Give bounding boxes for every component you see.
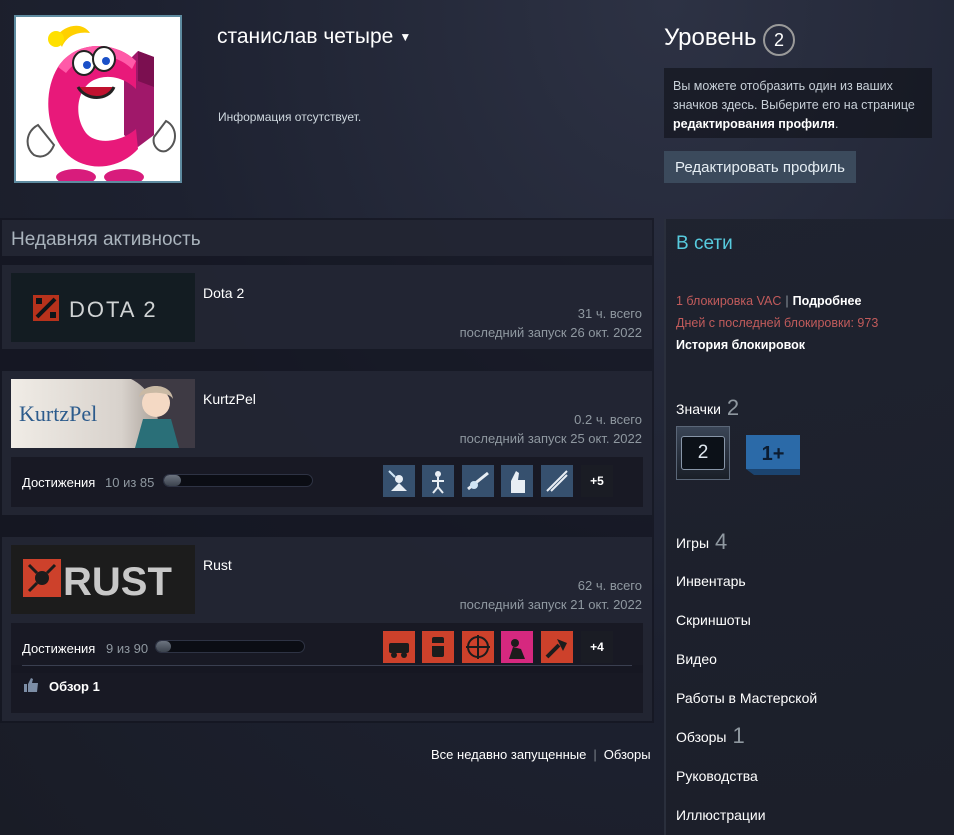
reviews-link[interactable]: Обзоры — [604, 747, 651, 762]
game-row-dota2: DOTA 2 Dota 2 31 ч. всего последний запу… — [2, 265, 652, 349]
game-last-played-rust: последний запуск 21 окт. 2022 — [459, 597, 642, 612]
achievement-icon[interactable] — [541, 631, 573, 663]
achievements-progress-fill — [164, 475, 182, 486]
all-recent-games-link[interactable]: Все недавно запущенные — [431, 747, 586, 762]
achievement-icon[interactable] — [383, 631, 415, 663]
game-name-rust[interactable]: Rust — [203, 557, 232, 573]
sidebar-item-label: Видео — [676, 651, 717, 667]
avatar-image — [16, 17, 180, 181]
game-row-kurtzpel: KurtzPel KurtzPel 0.2 ч. всего последний… — [2, 371, 652, 515]
sidebar-item-reviews[interactable]: Обзоры 1 — [676, 723, 745, 749]
game-hours-rust: 62 ч. всего — [577, 578, 642, 593]
recent-activity-panel: Недавняя активность DOTA 2 Dota 2 31 ч. … — [0, 218, 654, 723]
activity-footer-links: Все недавно запущенные | Обзоры — [431, 747, 651, 762]
achievements-count: 9 из 90 — [106, 641, 149, 656]
online-status: В сети — [676, 233, 733, 254]
sidebar-item-label: Скриншоты — [676, 612, 751, 628]
achievements-count: 10 из 85 — [105, 475, 155, 490]
rust-logo-text: RUST — [63, 560, 172, 604]
sidebar-item-label: Значки — [676, 401, 721, 417]
level-badge: 2 — [763, 24, 795, 56]
game-last-played-kurtzpel: последний запуск 25 окт. 2022 — [459, 431, 642, 446]
sidebar-item-workshop[interactable]: Работы в Мастерской — [676, 690, 817, 706]
achievement-icon[interactable] — [462, 631, 494, 663]
level-title: Уровень — [664, 24, 757, 51]
game-capsule-dota2[interactable]: DOTA 2 — [11, 273, 195, 342]
sidebar-item-games[interactable]: Игры 4 — [676, 529, 727, 555]
level-badge-icon[interactable]: 2 — [676, 426, 730, 480]
achievement-icon[interactable] — [462, 465, 494, 497]
sidebar-item-inventory[interactable]: Инвентарь — [676, 573, 746, 589]
game-last-played-dota2: последний запуск 26 окт. 2022 — [459, 325, 642, 340]
sidebar-item-artwork[interactable]: Иллюстрации — [676, 807, 766, 823]
achievements-label: Достижения — [22, 475, 96, 490]
game-capsule-rust[interactable]: RUST — [11, 545, 195, 614]
achievement-icon[interactable] — [541, 465, 573, 497]
achievements-more-button[interactable]: +4 — [581, 631, 613, 663]
dota2-logo-text: DOTA 2 — [69, 297, 158, 322]
badge-hint: Вы можете отобразить один из ваших значк… — [664, 68, 932, 138]
sidebar-item-count: 4 — [715, 529, 728, 554]
game-name-dota2[interactable]: Dota 2 — [203, 285, 244, 301]
rust-logo: RUST — [11, 545, 195, 614]
sidebar-item-label: Игры — [676, 535, 710, 551]
sidebar-item-count: 1 — [732, 723, 745, 748]
review-row-rust[interactable]: Обзор 1 — [11, 665, 643, 713]
sidebar-item-label: Иллюстрации — [676, 807, 766, 823]
achievements-progress-fill — [156, 641, 171, 652]
achievements-progress-bar — [155, 640, 305, 653]
profile-name-dropdown[interactable]: станислав четыре ▼ — [217, 25, 411, 49]
sidebar-item-label: Обзоры — [676, 729, 727, 745]
days-since-ban: Дней с последней блокировки: 973 — [676, 316, 879, 330]
recent-activity-header: Недавняя активность — [2, 220, 652, 256]
kurtzpel-logo: KurtzPel — [11, 379, 195, 448]
sidebar-item-guides[interactable]: Руководства — [676, 768, 758, 784]
sidebar-item-badges[interactable]: Значки 2 — [676, 395, 739, 421]
caret-down-icon: ▼ — [399, 30, 412, 44]
game-capsule-kurtzpel[interactable]: KurtzPel — [11, 379, 195, 448]
ban-history-link[interactable]: История блокировок — [676, 338, 805, 352]
divider — [22, 665, 632, 666]
kurtzpel-logo-text: KurtzPel — [19, 401, 97, 426]
edit-profile-link[interactable]: редактирования профиля — [673, 117, 835, 131]
sidebar-item-count: 2 — [726, 395, 740, 420]
sidebar-item-label: Работы в Мастерской — [676, 690, 818, 706]
achievements-progress-bar — [163, 474, 313, 487]
achievement-icon[interactable] — [422, 631, 454, 663]
achievements-row-kurtzpel[interactable]: Достижения 10 из 85 +5 — [11, 457, 643, 507]
years-of-service-badge-value: 1+ — [762, 443, 785, 465]
edit-profile-button[interactable]: Редактировать профиль — [664, 151, 856, 183]
vac-ban-count: 1 блокировка VAC — [676, 294, 782, 308]
profile-sidebar: В сети 1 блокировка VAC | Подробнее Дней с… — [664, 219, 954, 835]
level-badge-value: 2 — [681, 436, 725, 470]
badge-hint-end: . — [834, 117, 839, 131]
badge-hint-text: Вы можете отобразить один из ваших значк… — [673, 79, 915, 112]
achievement-icon[interactable] — [501, 631, 533, 663]
review-label: Обзор 1 — [49, 679, 100, 694]
sidebar-item-label: Руководства — [676, 768, 758, 784]
thumbs-up-icon — [24, 678, 38, 692]
achievement-icon[interactable] — [501, 465, 533, 497]
achievement-icon[interactable] — [422, 465, 454, 497]
achievement-icon[interactable] — [383, 465, 415, 497]
game-row-rust: RUST Rust 62 ч. всего последний запуск 2… — [2, 537, 652, 721]
achievements-label: Достижения — [22, 641, 96, 656]
sidebar-item-screenshots[interactable]: Скриншоты — [676, 612, 751, 628]
profile-summary: Информация отсутствует. — [218, 110, 362, 124]
game-name-kurtzpel[interactable]: KurtzPel — [203, 391, 256, 407]
dota2-logo: DOTA 2 — [11, 273, 195, 342]
avatar[interactable] — [14, 15, 182, 183]
game-hours-dota2: 31 ч. всего — [577, 306, 642, 321]
sidebar-item-label: Инвентарь — [676, 573, 746, 589]
profile-name: станислав четыре — [217, 25, 394, 48]
sidebar-item-videos[interactable]: Видео — [676, 651, 717, 667]
vac-details-link[interactable]: Подробнее — [793, 294, 862, 308]
game-hours-kurtzpel: 0.2 ч. всего — [574, 412, 642, 427]
vac-ban-info: 1 блокировка VAC | Подробнее — [676, 294, 861, 308]
vac-separator: | — [785, 294, 789, 308]
achievements-more-button[interactable]: +5 — [581, 465, 613, 497]
years-of-service-badge-icon[interactable]: 1+ — [746, 435, 800, 475]
link-separator: | — [593, 747, 597, 762]
